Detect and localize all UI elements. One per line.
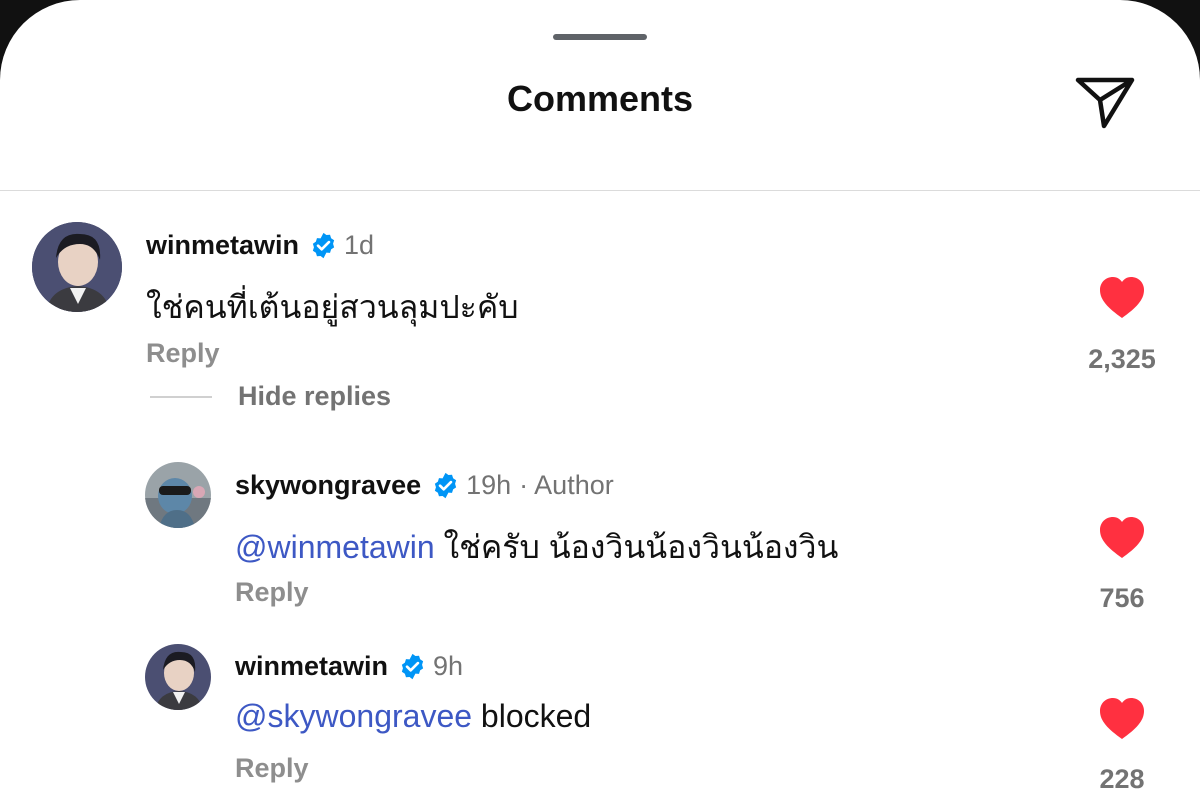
comment-body: ใช่คนที่เต้นอยู่สวนลุมปะคับ (146, 289, 519, 325)
verified-badge-icon (401, 653, 424, 680)
mention-link[interactable]: @skywongravee (235, 698, 472, 734)
heart-icon (1100, 517, 1144, 558)
avatar[interactable] (145, 644, 211, 710)
comment-body: ใช่ครับ น้องวินน้องวินน้องวิน (434, 529, 839, 565)
like-count: 228 (1099, 764, 1145, 794)
avatar[interactable] (32, 222, 122, 312)
header-divider (0, 190, 1200, 191)
hide-replies-button[interactable]: Hide replies (238, 381, 391, 412)
author-tag: · Author (519, 470, 614, 500)
comment-text: ใช่คนที่เต้นอยู่สวนลุมปะคับ (146, 282, 519, 333)
drag-handle[interactable] (553, 34, 647, 40)
comment-time: 19h (466, 470, 512, 500)
comment-time: 9h (433, 651, 464, 681)
username[interactable]: winmetawin (146, 230, 299, 261)
send-icon[interactable] (1070, 66, 1142, 138)
reply-button[interactable]: Reply (235, 577, 309, 608)
verified-badge-icon (434, 472, 457, 499)
avatar[interactable] (145, 462, 211, 528)
like-count: 756 (1099, 583, 1145, 613)
like-count: 2,325 (1088, 344, 1156, 374)
like-button[interactable] (1092, 697, 1152, 746)
reply-button[interactable]: Reply (146, 338, 220, 369)
heart-icon (1100, 277, 1144, 318)
comment-header: winmetawin 1d (146, 230, 374, 261)
comment-text: @skywongravee blocked (235, 698, 591, 735)
comment-header: winmetawin 9h (235, 651, 463, 682)
comment-text: @winmetawin ใช่ครับ น้องวินน้องวินน้องวิ… (235, 522, 838, 573)
verified-badge-icon (312, 232, 335, 259)
like-button[interactable] (1092, 276, 1152, 325)
like-button[interactable] (1092, 516, 1152, 565)
comment-header: skywongravee 19h · Author (235, 470, 614, 501)
comment-time: 1d (344, 230, 375, 260)
comment-body: blocked (472, 698, 592, 734)
reply-button[interactable]: Reply (235, 753, 309, 784)
sheet-title: Comments (506, 78, 694, 119)
username[interactable]: skywongravee (235, 470, 421, 501)
mention-link[interactable]: @winmetawin (235, 529, 435, 565)
comments-sheet: Comments winmetawin 1d ใช่คนที่เต้นอยู่ส… (0, 0, 1200, 804)
replies-divider-line (150, 396, 212, 398)
username[interactable]: winmetawin (235, 651, 388, 682)
heart-icon (1100, 698, 1144, 739)
